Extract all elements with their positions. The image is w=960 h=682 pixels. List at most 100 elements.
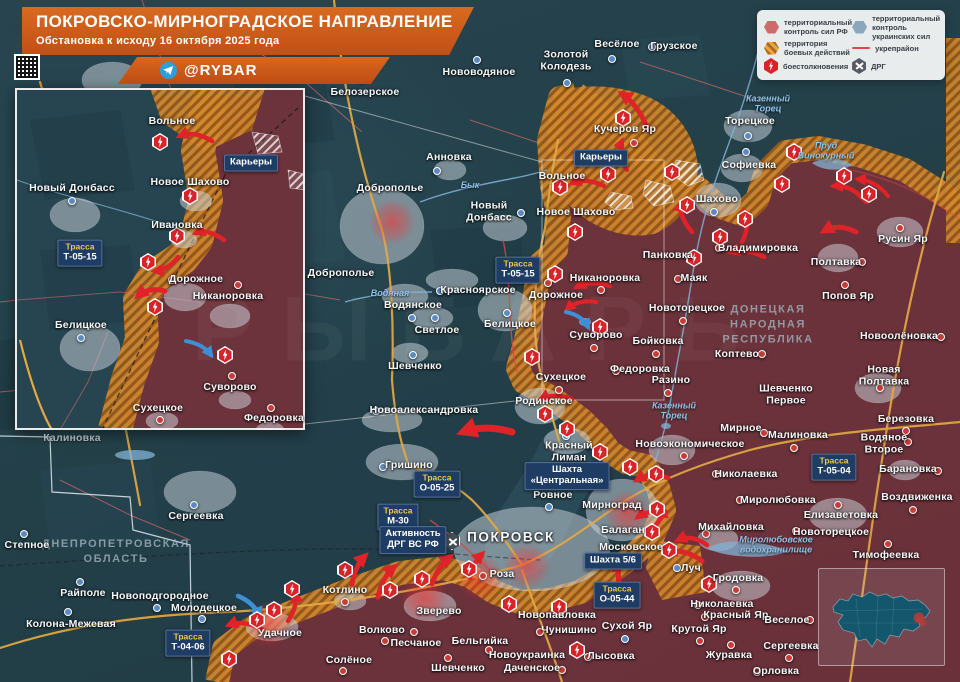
legend-panel: территориальный контроль сил РФ территор…: [757, 10, 945, 80]
town-label: Мирное: [720, 422, 762, 435]
map-tag: Шахта 5/6: [584, 552, 642, 570]
town-label: Сухецкое: [535, 371, 587, 384]
settlement-dot: [341, 598, 349, 606]
town-label: ПОКРОВСК: [467, 529, 555, 545]
town-label: Степное: [4, 539, 50, 552]
town-label: Вольное: [538, 170, 586, 183]
town-label: Бойковка: [632, 335, 684, 348]
town-label: Журавка: [705, 649, 753, 662]
settlement-dot: [727, 641, 735, 649]
map-tag: Шахта «Центральная»: [524, 462, 610, 490]
town-label: Белицкое: [484, 318, 536, 331]
settlement-dot: [153, 604, 161, 612]
town-label: Орловка: [752, 665, 800, 678]
combat-hexagon-icon: [764, 41, 779, 55]
settlement-dot: [190, 501, 198, 509]
town-label: Бельгийка: [451, 635, 509, 648]
legend-item-clash: боестолкновения: [764, 57, 852, 75]
settlement-dot: [785, 654, 793, 662]
settlement-dot: [408, 314, 416, 322]
town-label: Коптево: [714, 348, 760, 361]
town-label: Райполе: [60, 587, 106, 600]
qr-pattern: [16, 56, 38, 78]
legend-label: ДРГ: [871, 61, 886, 71]
town-label: Никаноровка: [569, 272, 641, 285]
town-label: Веселое: [764, 614, 810, 627]
settlement-dot: [742, 148, 750, 156]
town-label: Суворово: [569, 329, 623, 342]
town-label: Тимофеевка: [852, 549, 920, 562]
settlement-dot: [744, 132, 752, 140]
town-label: Белицкое: [55, 319, 107, 332]
legend-item-fortification: укрепрайон: [852, 39, 940, 57]
settlement-dot: [77, 334, 85, 342]
region-label: ДНЕПРОПЕТРОВСКАЯ ОБЛАСТЬ: [41, 538, 191, 565]
town-label: Белозерское: [330, 86, 400, 99]
settlement-dot: [433, 167, 441, 175]
town-label: Зверево: [416, 605, 462, 618]
settlement-dot: [630, 139, 638, 147]
town-label: Новоподгородное: [111, 590, 209, 603]
region-label: ДОНЕЦКАЯ НАРОДНАЯ РЕСПУБЛИКА: [722, 303, 814, 346]
fortification-line-icon: [852, 46, 871, 50]
settlement-dot: [228, 372, 236, 380]
town-label: Полтавка: [810, 256, 862, 269]
town-label: Колона-Межевая: [26, 618, 116, 631]
town-label: Балаган: [601, 524, 645, 537]
town-label: Котлино: [322, 584, 368, 597]
legend-label: боестолкновения: [783, 61, 849, 71]
settlement-dot: [545, 503, 553, 511]
settlement-dot: [444, 654, 452, 662]
town-label: Анновка: [426, 151, 472, 164]
town-label: Новоторецкое: [648, 302, 726, 315]
town-label: Дорожное: [528, 289, 584, 302]
settlement-dot: [597, 286, 605, 294]
town-label: Торецкое: [725, 115, 775, 128]
settlement-dot: [884, 540, 892, 548]
town-label: Сухецкое: [132, 402, 184, 415]
town-label: Новый Донбасс: [466, 199, 512, 223]
water-label: Миролюбовское водохранилище: [739, 534, 813, 555]
town-label: Ровное: [533, 489, 573, 502]
town-label: Волково: [358, 624, 406, 637]
map-title: ПОКРОВСКО-МИРНОГРАДСКОЕ НАПРАВЛЕНИЕ: [36, 12, 453, 31]
settlement-dot: [909, 506, 917, 514]
settlement-dot: [608, 55, 616, 63]
map-tag: Активность ДРГ ВС РФ: [379, 526, 447, 554]
town-label: Роза: [489, 568, 515, 581]
settlement-dot: [937, 333, 945, 341]
settlement-dot: [710, 208, 718, 216]
ukraine-minimap: [818, 568, 945, 666]
town-label: Мирноград: [582, 499, 642, 512]
settlement-dot: [410, 628, 418, 636]
town-label: Водяное Второе: [860, 431, 908, 455]
town-label: Шевченко: [388, 360, 442, 373]
town-label: Весёлое: [594, 38, 640, 51]
town-label: Золотой Колодезь: [540, 48, 592, 72]
settlement-dot: [790, 444, 798, 452]
qr-code: [14, 54, 40, 80]
map-tag: Трасса О-05-44: [593, 581, 641, 609]
settlement-dot: [555, 386, 563, 394]
drg-hexagon-icon: [852, 58, 867, 74]
town-label: Ивановка: [151, 219, 203, 232]
settlement-dot: [234, 281, 242, 289]
town-label: Удачное: [257, 627, 303, 640]
settlement-dot: [267, 404, 275, 412]
town-label: Кучеров Яр: [593, 123, 657, 136]
settlement-dot: [64, 608, 72, 616]
town-label: Вольное: [148, 115, 196, 128]
channel-strip: @RYBAR: [118, 57, 390, 84]
settlement-dot: [590, 344, 598, 352]
town-label: Красный Лиман: [545, 439, 593, 463]
settlement-dot: [76, 578, 84, 586]
settlement-dot: [381, 637, 389, 645]
settlement-dot: [896, 224, 904, 232]
town-label: Николаевка: [714, 468, 778, 481]
town-label: Родинское: [515, 395, 573, 408]
town-label: Новое Шахово: [150, 176, 230, 189]
town-label: Березовка: [877, 413, 935, 426]
channel-name: @RYBAR: [184, 62, 258, 79]
settlement-dot: [156, 416, 164, 424]
battle-glow: [504, 543, 550, 589]
